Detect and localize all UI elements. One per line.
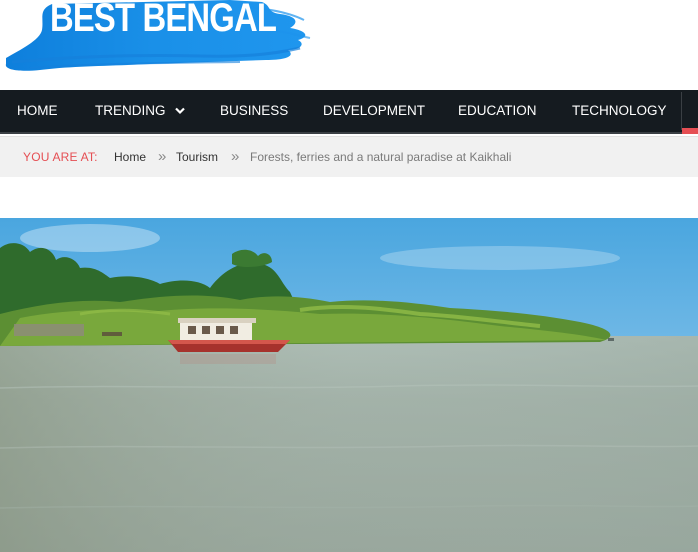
nav-label: TECHNOLOGY [572,103,667,118]
breadcrumb-separator: » [231,148,240,165]
main-nav: HOME TRENDING BUSINESS DEVELOPMENT EDUCA… [0,90,698,134]
nav-item-technology[interactable]: TECHNOLOGY [572,90,667,132]
nav-label: HOME [17,103,58,118]
nav-item-home[interactable]: HOME [17,90,58,132]
breadcrumb-home-link[interactable]: Home [114,137,146,177]
nav-label: EDUCATION [458,103,537,118]
chevron-down-icon [174,90,185,132]
featured-image[interactable] [0,218,698,552]
river-mangrove-photo [0,218,698,552]
site-header: BEST BENGAL [0,0,698,90]
nav-item-business[interactable]: BUSINESS [220,90,288,132]
nav-item-trending[interactable]: TRENDING [95,90,185,132]
nav-active-indicator [682,128,698,134]
breadcrumb-tourism-link[interactable]: Tourism [176,137,218,177]
breadcrumb-current-page: Forests, ferries and a natural paradise … [250,150,512,164]
nav-divider [681,92,682,130]
nav-label: TRENDING [95,103,166,118]
breadcrumb: YOU ARE AT: Home » Tourism » Forests, fe… [0,136,698,177]
breadcrumb-separator: » [158,148,167,165]
logo-text: BEST BENGAL [50,0,277,40]
nav-item-development[interactable]: DEVELOPMENT [323,90,425,132]
nav-item-education[interactable]: EDUCATION [458,90,537,132]
site-logo[interactable]: BEST BENGAL [0,0,312,74]
nav-label: DEVELOPMENT [323,103,426,118]
breadcrumb-label: YOU ARE AT: [23,150,98,164]
nav-label: BUSINESS [220,103,289,118]
